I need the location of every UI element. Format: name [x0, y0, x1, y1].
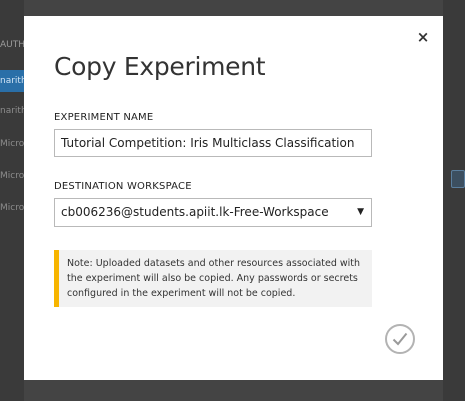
- destination-workspace-select[interactable]: cb006236@students.apiit.lk-Free-Workspac…: [54, 198, 372, 227]
- experiment-name-input[interactable]: Tutorial Competition: Iris Multiclass Cl…: [54, 129, 372, 157]
- destination-workspace-value: cb006236@students.apiit.lk-Free-Workspac…: [61, 205, 329, 219]
- background-panel-item: narith: [0, 106, 24, 116]
- copy-experiment-dialog: × Copy Experiment EXPERIMENT NAME Tutori…: [24, 16, 443, 380]
- background-panel-header: AUTH: [0, 40, 24, 50]
- experiment-name-label: EXPERIMENT NAME: [54, 112, 154, 123]
- background-right-panel: [443, 0, 465, 401]
- dropdown-arrow-icon: ▼: [357, 207, 364, 217]
- background-panel-item: Micro: [0, 171, 24, 181]
- destination-workspace-label: DESTINATION WORKSPACE: [54, 181, 192, 192]
- copy-note: Note: Uploaded datasets and other resour…: [54, 250, 372, 307]
- background-side-icon: [451, 170, 465, 188]
- dialog-title: Copy Experiment: [54, 52, 266, 81]
- background-left-panel: AUTH narith narith Micro Micro Micro: [0, 0, 24, 401]
- background-panel-item: Micro: [0, 139, 24, 149]
- checkmark-icon: [392, 332, 408, 346]
- confirm-button[interactable]: [385, 324, 415, 354]
- close-icon[interactable]: ×: [416, 30, 430, 45]
- background-panel-item: narith: [0, 70, 24, 92]
- background-panel-item: Micro: [0, 203, 24, 213]
